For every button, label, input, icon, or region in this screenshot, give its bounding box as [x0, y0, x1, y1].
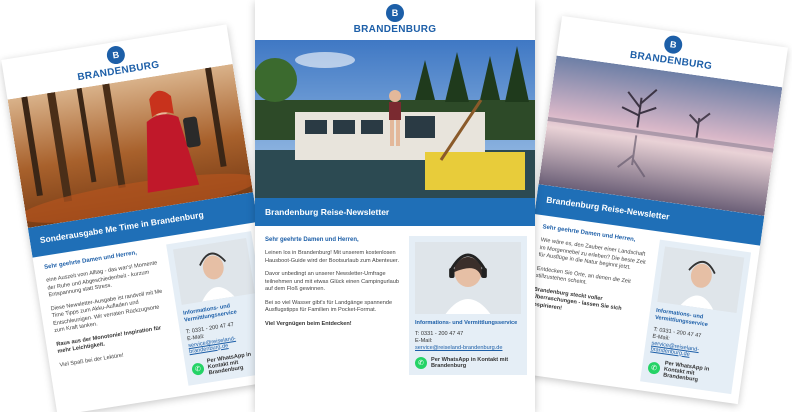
newsletter-banner: Brandenburg Reise-Newsletter [255, 198, 535, 226]
whatsapp-contact-link[interactable]: ✆ Per WhatsApp in Kontakt mit Brandenbur… [415, 357, 521, 370]
brand-wordmark: BRANDENBURG [353, 24, 437, 35]
whatsapp-label: Per WhatsApp in Kontakt mit Brandenburg [431, 357, 509, 370]
brandenburg-eagle-icon: B [105, 44, 127, 66]
contact-box: Informations- und Vermittlungsservice T:… [409, 236, 527, 376]
paragraph: Leinen los in Brandenburg! Mit unserem k… [265, 250, 400, 264]
paragraph: Bei so viel Wasser gibt's für Landgänge … [265, 299, 393, 314]
letter-text: Sehr geehrte Damen und Herren, eine Ausz… [44, 245, 183, 404]
paragraph: Viel Vergnügen beim Entdecken! [265, 320, 352, 327]
newsletter-collage: B BRANDENBURG Sonderausgabe Me Time in B… [0, 0, 792, 412]
contact-email-link[interactable]: service@reiseland-brandenburg.de [415, 345, 521, 351]
whatsapp-icon: ✆ [191, 361, 205, 376]
avatar [172, 237, 255, 305]
whatsapp-icon: ✆ [647, 360, 661, 375]
brandenburg-eagle-icon: B [386, 4, 404, 22]
letter-text: Sehr geehrte Damen und Herren, Wie wäre … [523, 223, 654, 380]
contact-email-label: E-Mail: [415, 338, 433, 345]
brandenburg-eagle-icon: B [663, 34, 684, 55]
newsletter-card-houseboat: B BRANDENBURG Brandenburg Reise-Newslett… [255, 0, 535, 412]
brand-logo: B BRANDENBURG [255, 0, 535, 40]
contact-title: Informations- und Vermittlungsservice [415, 320, 518, 326]
newsletter-card-misty-lake: B BRANDENBURG Brandenburg Reise-Newslett… [512, 15, 788, 405]
paragraph: Davor unbedingt an unserer Newsletter-Um… [265, 271, 400, 293]
avatar [657, 246, 745, 314]
whatsapp-contact-link[interactable]: ✆ Per WhatsApp in Kontakt mit Brandenbur… [647, 358, 729, 387]
whatsapp-label: Per WhatsApp in Kontakt mit Brandenburg [662, 360, 710, 383]
contact-box: Informations- und Vermittlungsservice T:… [640, 239, 752, 394]
newsletter-card-autumn: B BRANDENBURG Sonderausgabe Me Time in B… [1, 24, 283, 412]
greeting: Sehr geehrte Damen und Herren, [265, 237, 359, 243]
avatar [415, 242, 521, 314]
hero-image-houseboat [255, 40, 535, 198]
whatsapp-icon: ✆ [415, 357, 427, 370]
letter-text: Sehr geehrte Damen und Herren, Leinen lo… [265, 236, 403, 375]
contact-phone: T: 0331 - 200 47 47 [415, 331, 464, 338]
